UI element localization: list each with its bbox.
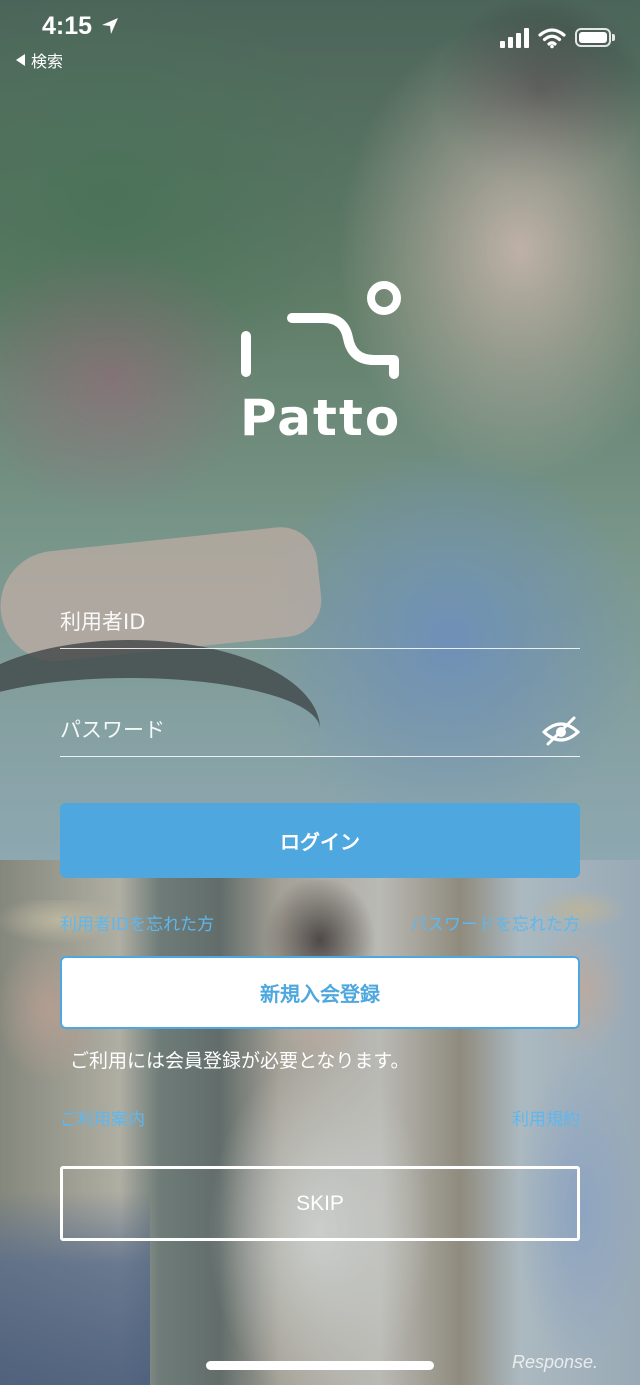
back-label: 検索	[31, 52, 64, 71]
forgot-password-link[interactable]: パスワードを忘れた方	[410, 910, 580, 935]
back-triangle-icon	[16, 54, 25, 66]
patto-logo-mark-icon	[241, 281, 401, 379]
password-field-container	[60, 706, 580, 757]
user-id-field-container	[60, 598, 580, 649]
back-to-search-button[interactable]: 検索	[16, 48, 63, 72]
register-button[interactable]: 新規入会登録	[60, 956, 580, 1029]
password-input[interactable]	[60, 706, 530, 754]
wifi-icon	[538, 28, 566, 49]
usage-guide-link[interactable]: ご利用案内	[60, 1105, 145, 1130]
response-watermark: Response.	[512, 1352, 599, 1372]
terms-link[interactable]: 利用規約	[512, 1105, 580, 1130]
registration-note: ご利用には会員登録が必要となります。	[70, 1050, 410, 1072]
home-indicator[interactable]	[206, 1361, 434, 1370]
location-arrow-icon	[102, 18, 118, 34]
user-id-input[interactable]	[60, 598, 530, 646]
status-time: 4:15	[42, 12, 93, 40]
eye-slash-icon[interactable]	[542, 714, 580, 746]
skip-button[interactable]: SKIP	[60, 1166, 580, 1241]
login-button[interactable]: ログイン	[60, 803, 580, 878]
login-screen: 4:15 検索 Patto ログ	[0, 0, 640, 1385]
battery-icon	[575, 28, 615, 47]
signal-icon	[500, 28, 529, 48]
patto-logo-text: Patto	[240, 389, 402, 447]
forgot-user-id-link[interactable]: 利用者IDを忘れた方	[60, 910, 214, 935]
